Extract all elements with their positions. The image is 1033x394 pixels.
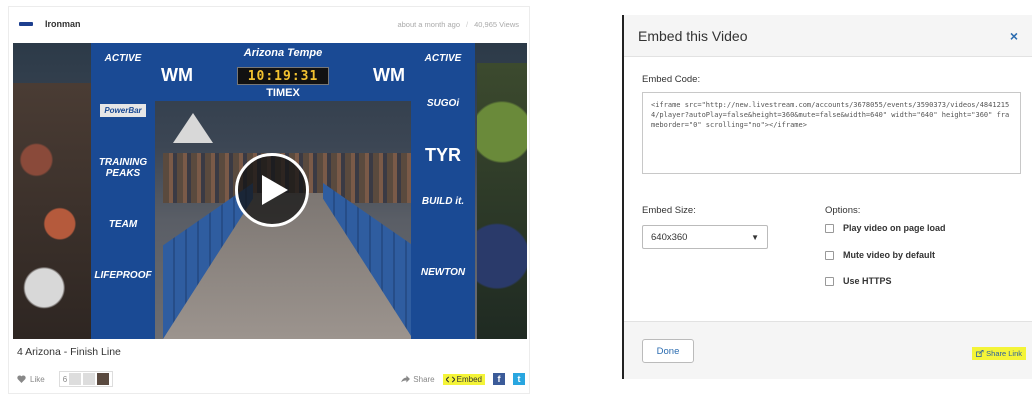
embed-size-select[interactable]: 640x360 ▼ [642,225,768,249]
sponsor-training-peaks: TRAINING PEAKS [98,157,148,179]
liker-avatar[interactable] [83,373,96,385]
sponsor-team: TEAM [108,219,138,230]
option-label: Use HTTPS [843,276,892,286]
mute-checkbox[interactable] [825,250,834,260]
sponsor-sugoi: SUGOi [426,98,460,109]
dropdown-caret-icon: ▼ [751,232,759,242]
finish-arch-banner: Arizona Tempe WM WM 10:19:31 TIMEX [155,43,411,101]
view-count: 40,965 Views [474,19,519,29]
share-arrow-icon [401,375,411,383]
sponsor-lifeproof: LIFEPROOF [94,270,152,281]
tent [173,113,213,143]
sponsor-powerbar: PowerBar [100,104,146,117]
done-button[interactable]: Done [642,339,694,363]
sponsor-tyr: TYR [425,145,461,165]
embed-code-label: Embed Code: [642,74,701,85]
liker-avatar[interactable] [69,373,82,385]
like-button[interactable]: Like [17,375,45,384]
share-label: Share [413,374,435,384]
wm-logo-right: WM [373,65,405,85]
autoplay-checkbox[interactable] [825,223,834,233]
share-link-button[interactable]: Share Link [972,347,1026,360]
video-title[interactable]: 4 Arizona - Finish Line [17,346,121,358]
video-card: Ironman about a month ago / 40,965 Views… [8,6,530,394]
embed-button[interactable]: Embed [442,373,485,385]
like-count-box[interactable]: 6 [58,371,114,387]
embed-modal: Embed this Video × Embed Code: <iframe s… [622,15,1032,379]
option-mute[interactable]: Mute video by default [825,250,935,260]
timex-logo: TIMEX [266,87,300,99]
embed-size-label: Embed Size: [642,205,696,216]
meta-separator: / [466,19,469,29]
channel-logo[interactable] [19,22,33,26]
arch-brand-text: Arizona [243,47,285,59]
embed-code-textarea[interactable]: <iframe src="http://new.livestream.com/a… [642,92,1021,174]
external-link-icon [976,350,984,357]
like-label: Like [30,374,45,384]
sponsor-active: ACTIVE [104,53,142,64]
finish-arch-left-pillar: ACTIVE PowerBar TRAINING PEAKS TEAM LIFE… [91,43,155,339]
posted-time: about a month ago [397,19,460,29]
crowd-left [13,83,91,339]
card-header: Ironman about a month ago / 40,965 Views [9,7,529,41]
option-autoplay[interactable]: Play video on page load [825,223,946,233]
play-button[interactable] [235,153,309,227]
arch-brand-suffix: Tempe [287,47,323,59]
channel-name[interactable]: Ironman [45,19,81,29]
modal-title: Embed this Video [638,27,748,44]
finish-arch-right-pillar: ACTIVE SUGOi TYR BUILD it. NEWTON [411,43,475,339]
action-bar: Like 6 Share Embed f t [17,369,525,389]
option-label: Mute video by default [843,250,936,260]
modal-header: Embed this Video × [624,15,1032,57]
close-icon[interactable]: × [1010,28,1018,44]
wm-logo-left: WM [161,65,193,85]
https-checkbox[interactable] [825,276,834,286]
sponsor-build-it: BUILD it. [421,196,465,207]
share-button[interactable]: Share [401,374,435,384]
arch-brand: Arizona Tempe [155,47,411,59]
modal-footer: Done Share Link [624,321,1032,379]
like-count: 6 [62,374,68,384]
heart-icon [17,375,26,383]
share-link-label: Share Link [986,349,1022,358]
embed-label: Embed [456,374,482,384]
video-player[interactable]: ACTIVE PowerBar TRAINING PEAKS TEAM LIFE… [13,43,527,339]
embed-size-value: 640x360 [651,231,688,243]
option-label: Play video on page load [843,223,946,233]
twitter-share-button[interactable]: t [513,373,525,385]
race-clock: 10:19:31 [237,67,329,85]
options-label: Options: [825,205,861,216]
liker-avatar[interactable] [97,373,110,385]
share-group: Share Embed f t [401,373,525,385]
option-https[interactable]: Use HTTPS [825,276,892,286]
embed-code-icon [445,376,455,382]
sponsor-newton: NEWTON [420,267,466,278]
play-icon [262,175,288,205]
sponsor-active-right: ACTIVE [424,53,462,64]
crowd-right [477,63,527,339]
video-meta: about a month ago / 40,965 Views [397,20,519,29]
facebook-share-button[interactable]: f [493,373,505,385]
